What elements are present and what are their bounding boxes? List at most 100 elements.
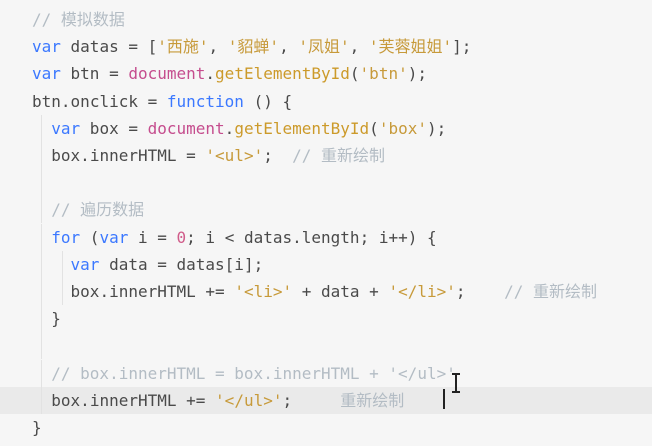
code-token: i (128, 227, 158, 247)
code-line[interactable]: box.innerHTML += '<li>' + data + '</li>'… (0, 278, 652, 305)
code-line[interactable]: var data = datas[i]; (0, 250, 652, 278)
code-line[interactable]: } (0, 414, 652, 441)
code-token: // 遍历数据 (51, 200, 145, 220)
indent-guide (41, 332, 42, 360)
code-line[interactable]: var btn = document.getElementById('btn')… (0, 60, 652, 87)
code-line[interactable]: // box.innerHTML = box.innerHTML + '</ul… (0, 359, 652, 387)
code-line-text: box.innerHTML += '<li>' + data + '</li>'… (32, 278, 597, 305)
code-token: '芙蓉姐姐' (368, 37, 453, 57)
code-token: = (128, 118, 148, 138)
code-line-text: } (32, 305, 61, 332)
code-token: , (349, 37, 369, 57)
code-token: box (51, 146, 81, 165)
code-token: += (205, 282, 235, 301)
code-token: ; (282, 390, 341, 410)
code-token: } (32, 309, 61, 329)
code-line[interactable]: box.innerHTML = '<ul>'; // 重新绘制 (0, 142, 652, 169)
code-token: '貂蝉' (227, 37, 280, 57)
code-line-text: // 模拟数据 (32, 6, 125, 33)
code-token: = [ (128, 37, 158, 57)
code-token: '</ul>' (215, 390, 283, 410)
code-token: = (109, 64, 129, 84)
code-token: . (80, 146, 90, 165)
code-line[interactable]: // 遍历数据 (0, 196, 652, 224)
code-token: box (80, 118, 129, 138)
code-token: innerHTML (89, 146, 187, 165)
code-line-text: for (var i = 0; i < datas.length; i++) { (32, 224, 437, 251)
code-token: '</li>' (388, 282, 456, 301)
code-token: // box.innerHTML = box.innerHTML + '</ul… (51, 363, 456, 383)
code-token: '<ul>' (205, 146, 264, 165)
text-cursor-icon (451, 373, 461, 393)
code-editor[interactable]: // 模拟数据 var datas = ['西施', '貂蝉', '凤姐', '芙… (0, 0, 652, 446)
code-line[interactable]: for (var i = 0; i < datas.length; i++) { (0, 223, 652, 251)
code-token: , (279, 37, 299, 57)
code-token: } (32, 418, 42, 437)
code-token: document (147, 118, 225, 138)
code-token: onclick (70, 91, 148, 111)
code-token: . (224, 118, 235, 138)
code-token: . (60, 91, 71, 111)
code-token: . (292, 227, 302, 247)
code-token: ); (426, 118, 447, 138)
code-line-text: // box.innerHTML = box.innerHTML + '</ul… (32, 360, 456, 387)
code-line[interactable]: box.innerHTML += '</ul>'; 重新绘制 (0, 386, 652, 414)
code-line-text: var box = document.getElementById('box')… (32, 115, 446, 142)
code-line-text: box.innerHTML += '</ul>'; 重新绘制 (32, 387, 404, 414)
code-token: // 重新绘制 (504, 282, 597, 301)
code-token: data (321, 282, 360, 301)
code-line[interactable]: // 模拟数据 (0, 6, 652, 33)
code-token: . (99, 282, 110, 301)
code-token: 0 (176, 227, 187, 247)
code-token: ; (359, 227, 379, 247)
code-token: var (51, 118, 81, 138)
code-token: box (70, 282, 100, 301)
code-token: datas (176, 254, 225, 274)
code-token: () { (243, 91, 293, 111)
code-token: '凤姐' (298, 37, 350, 57)
code-token: ); (407, 64, 427, 84)
code-token: var (32, 37, 61, 57)
code-token: innerHTML (89, 390, 187, 410)
code-token: getElementById (234, 118, 370, 138)
code-token: . (205, 64, 216, 84)
code-token: btn (32, 91, 61, 111)
code-token: ; (186, 227, 206, 247)
code-line-text: } (32, 414, 42, 441)
code-line[interactable]: btn.onclick = function () { (0, 88, 652, 115)
code-token: // 重新绘制 (292, 146, 386, 165)
code-token: 'box' (378, 118, 427, 138)
code-token: ( (369, 118, 379, 138)
code-line-text: var btn = document.getElementById('btn')… (32, 60, 427, 87)
code-line-text: box.innerHTML = '<ul>'; // 重新绘制 (32, 142, 385, 169)
code-line-text: var data = datas[i]; (32, 251, 264, 278)
code-token: = (147, 91, 167, 111)
code-line-text: // 遍历数据 (32, 196, 144, 223)
code-token: = (157, 254, 177, 274)
code-line[interactable]: var box = document.getElementById('box')… (0, 114, 652, 142)
code-token: box (51, 390, 81, 410)
code-token: data (99, 254, 158, 274)
indent-guide (41, 169, 42, 197)
code-token: getElementById (215, 64, 350, 84)
code-token: '西施' (157, 37, 209, 57)
code-line[interactable] (0, 169, 652, 197)
code-token: var (70, 254, 100, 274)
code-token: 'btn' (359, 64, 408, 84)
code-token: . (80, 390, 90, 410)
code-line[interactable] (0, 332, 652, 360)
code-token: ( (80, 227, 100, 247)
code-token: ++) { (388, 227, 437, 247)
code-line[interactable]: } (0, 305, 652, 333)
code-line[interactable]: var datas = ['西施', '貂蝉', '凤姐', '芙蓉姐姐']; (0, 33, 652, 60)
code-token: ( (349, 64, 360, 84)
code-token: ; (455, 282, 505, 301)
